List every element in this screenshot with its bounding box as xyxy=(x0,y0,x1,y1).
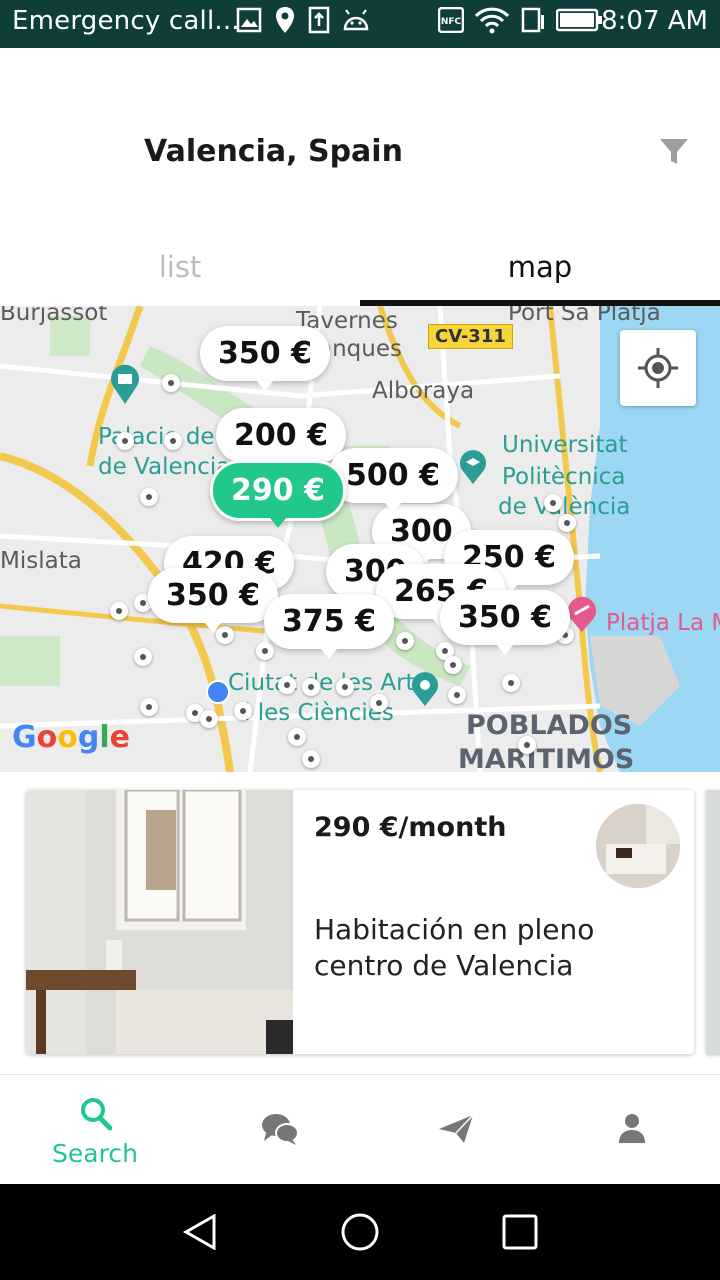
home-icon[interactable] xyxy=(340,1212,380,1252)
map-label: Burjassot xyxy=(0,306,108,326)
my-location-dot xyxy=(206,680,230,704)
price-pin[interactable]: 350 € xyxy=(440,590,570,655)
listing-dot[interactable] xyxy=(162,374,180,392)
tab-map[interactable]: map xyxy=(360,228,720,306)
listing-dot[interactable] xyxy=(396,632,414,650)
price-pin[interactable]: 375 € xyxy=(264,594,394,659)
listing-dot[interactable] xyxy=(544,494,562,512)
tab-list[interactable]: list xyxy=(0,228,360,306)
status-bar: Emergency call... NFC 8:07 AM xyxy=(0,0,720,48)
listing-dot[interactable] xyxy=(370,694,388,712)
map-label: MARÍTIMOS xyxy=(458,744,635,772)
map-label: POBLADOS xyxy=(466,710,633,741)
price-pin-selected[interactable]: 290 € xyxy=(210,460,346,528)
map-label: Mislata xyxy=(0,548,82,574)
listing-dot[interactable] xyxy=(302,750,320,768)
map-label: Universitat xyxy=(502,432,628,458)
map-label: Platja La M xyxy=(606,610,720,636)
listing-dot[interactable] xyxy=(200,710,218,728)
nav-profile[interactable] xyxy=(540,1075,720,1185)
back-icon[interactable] xyxy=(182,1214,218,1250)
filter-button[interactable] xyxy=(658,136,690,168)
beach-icon xyxy=(568,596,596,632)
status-time: 8:07 AM xyxy=(601,6,708,36)
listing-dot[interactable] xyxy=(140,488,158,506)
status-icons-right: NFC xyxy=(438,6,602,34)
map-label: Politècnica xyxy=(502,464,626,490)
listing-dot[interactable] xyxy=(134,648,152,666)
filter-icon xyxy=(660,139,688,164)
listing-dot[interactable] xyxy=(502,674,520,692)
person-icon xyxy=(619,1114,645,1143)
status-title: Emergency call... xyxy=(12,6,240,36)
nfc-icon: NFC xyxy=(438,7,464,33)
listing-price: 290 €/month xyxy=(314,812,507,843)
svg-text:NFC: NFC xyxy=(441,17,462,27)
listing-photo xyxy=(26,790,293,1054)
monument-icon xyxy=(111,364,139,404)
map-label: Alboraya xyxy=(372,378,475,404)
chat-icon xyxy=(262,1114,299,1145)
nav-send[interactable] xyxy=(360,1075,540,1185)
header: Valencia, Spain list map xyxy=(0,48,720,306)
image-icon xyxy=(236,7,262,33)
listing-dot[interactable] xyxy=(518,736,536,754)
listing-dot[interactable] xyxy=(336,678,354,696)
listing-card[interactable]: 290 €/month Habitación en pleno centro d… xyxy=(26,790,694,1054)
status-icons-left xyxy=(236,6,370,34)
price-pin[interactable]: 350 € xyxy=(200,326,330,391)
road-shield: CV-311 xyxy=(428,324,513,349)
map-label: de Valencia xyxy=(98,454,231,480)
my-location-button[interactable] xyxy=(620,330,696,406)
map[interactable]: Burjassot Tavernes anques Port Sa Platja… xyxy=(0,306,720,772)
google-logo: Google xyxy=(12,720,131,755)
avatar-photo xyxy=(596,804,680,888)
listing-title: Habitación en pleno centro de Valencia xyxy=(314,913,595,982)
university-icon xyxy=(460,450,486,484)
crosshair-icon xyxy=(638,348,678,388)
wifi-icon xyxy=(474,7,510,34)
listing-dot[interactable] xyxy=(234,702,252,720)
listing-dot[interactable] xyxy=(110,602,128,620)
upload-icon xyxy=(308,6,330,34)
map-label: Ciutat de les Arts xyxy=(228,670,427,696)
listing-dot[interactable] xyxy=(302,678,320,696)
room-photo xyxy=(26,790,293,1054)
android-icon xyxy=(343,9,369,31)
nav-search[interactable]: Search xyxy=(0,1075,180,1185)
listing-dot[interactable] xyxy=(116,432,134,450)
location-icon xyxy=(276,7,294,33)
price-pin[interactable]: 350 € xyxy=(148,568,278,633)
listing-dot[interactable] xyxy=(558,514,576,532)
park-patch xyxy=(0,636,60,686)
listing-dot[interactable] xyxy=(444,656,462,674)
battery-icon xyxy=(556,8,602,32)
nav-messages[interactable] xyxy=(180,1075,360,1185)
location-title[interactable]: Valencia, Spain xyxy=(144,134,403,169)
sim-icon xyxy=(521,7,544,33)
listing-dot[interactable] xyxy=(278,676,296,694)
next-listing-card[interactable] xyxy=(706,790,720,1054)
map-label: Port Sa Platja xyxy=(508,306,661,326)
listing-dot[interactable] xyxy=(140,698,158,716)
search-icon xyxy=(81,1098,112,1131)
price-pin[interactable]: 200 € xyxy=(216,408,346,473)
price-pin[interactable]: 500 € xyxy=(328,448,458,513)
listing-dot[interactable] xyxy=(164,432,182,450)
listing-dot[interactable] xyxy=(448,686,466,704)
recents-icon[interactable] xyxy=(502,1214,538,1250)
museum-icon xyxy=(412,672,438,706)
listing-dot[interactable] xyxy=(288,728,306,746)
send-icon xyxy=(439,1114,474,1143)
bottom-nav: Search xyxy=(0,1074,720,1185)
map-label: Palacio de xyxy=(98,424,215,450)
map-label: anques xyxy=(318,336,402,362)
nav-search-label: Search xyxy=(52,1139,138,1168)
view-tabs: list map xyxy=(0,228,720,306)
owner-avatar xyxy=(596,804,680,888)
listing-dot[interactable] xyxy=(256,642,274,660)
android-nav-bar xyxy=(0,1184,720,1280)
